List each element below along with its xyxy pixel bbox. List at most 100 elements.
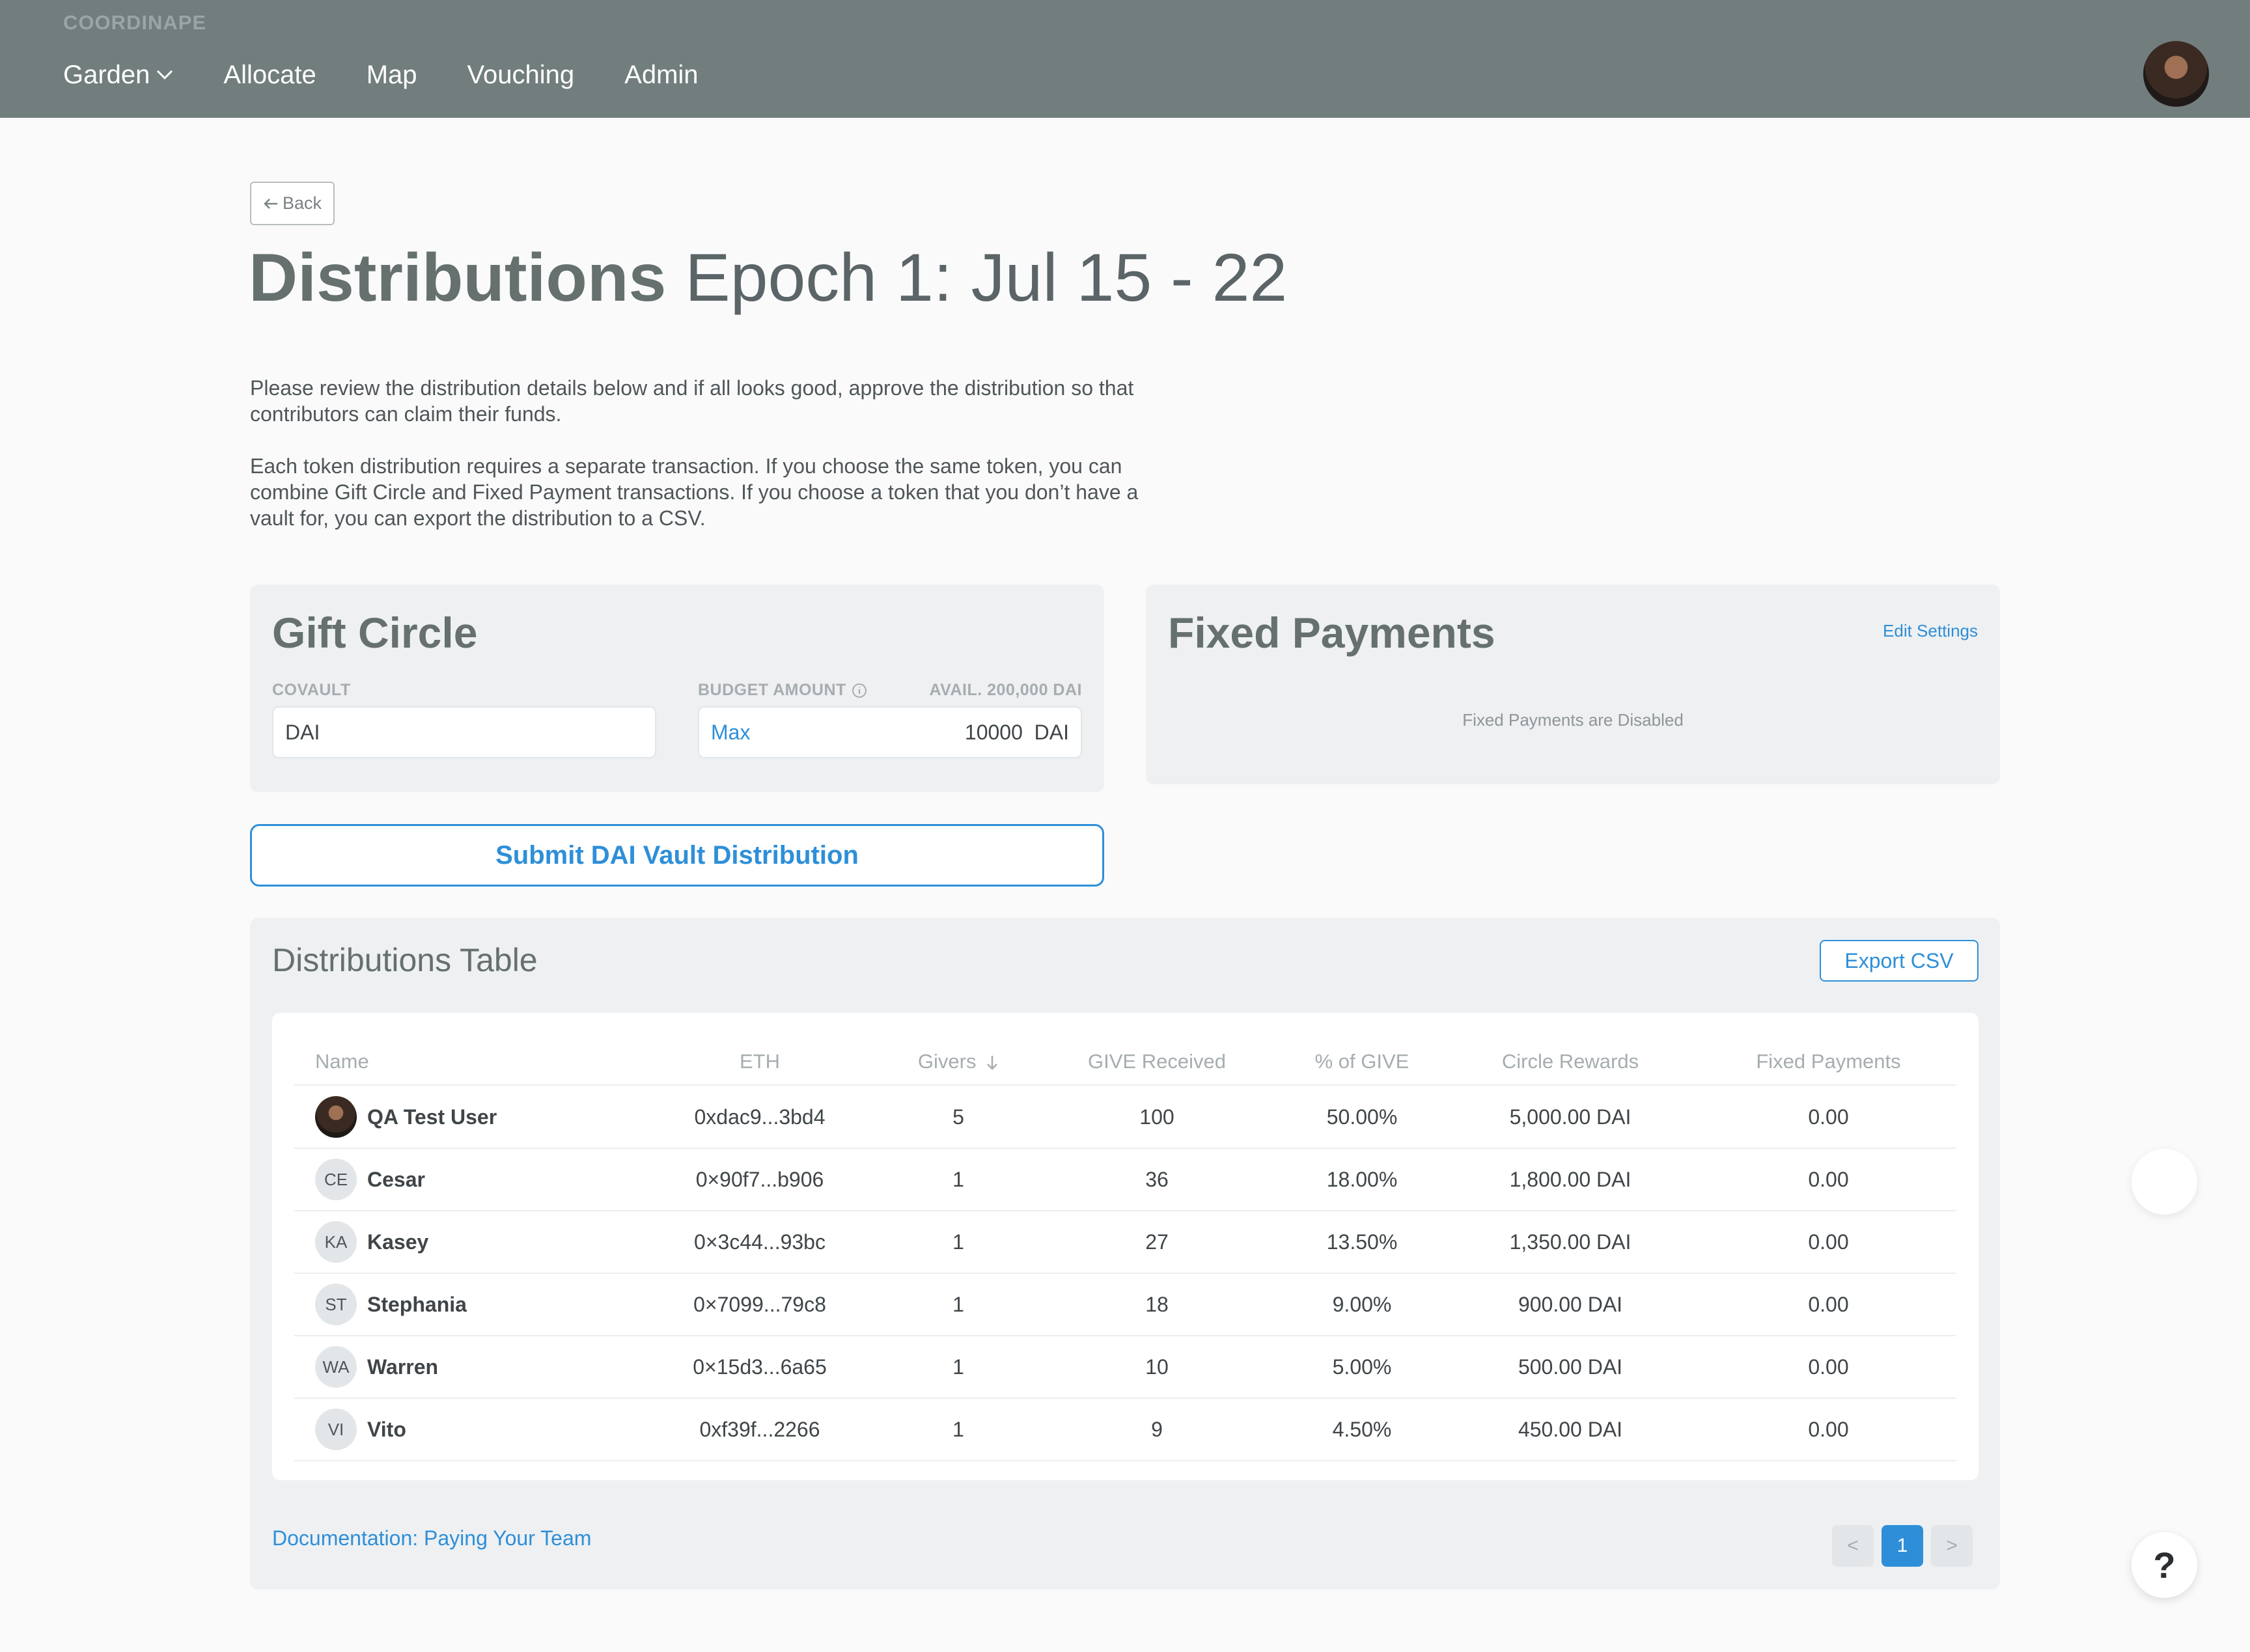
cell-give-received: 100 <box>1139 1105 1174 1129</box>
cell-fixed-payments: 0.00 <box>1808 1355 1849 1379</box>
avatar: CE <box>315 1159 357 1200</box>
avatar: WA <box>315 1346 357 1388</box>
cell-name: KA Kasey <box>294 1221 633 1263</box>
page-title-epoch: Epoch 1: Jul 15 - 22 <box>685 240 1288 316</box>
available-balance: AVAIL. 200,000 DAI <box>929 681 1082 699</box>
nav-vouching[interactable]: Vouching <box>467 61 575 90</box>
help-button[interactable]: ? <box>2132 1532 2197 1598</box>
col-fixed-payments[interactable]: Fixed Payments <box>1701 1050 1956 1073</box>
info-icon[interactable] <box>852 683 867 698</box>
back-button[interactable]: Back <box>250 182 335 225</box>
col-pct-give[interactable]: % of GIVE <box>1284 1050 1440 1073</box>
distributions-table-title: Distributions Table <box>272 942 538 978</box>
page-title-main: Distributions <box>249 240 667 316</box>
cell-fixed-payments: 0.00 <box>1808 1167 1849 1191</box>
cell-eth: 0×15d3...6a65 <box>693 1355 827 1379</box>
cell-name: CE Cesar <box>294 1159 633 1200</box>
gift-circle-title: Gift Circle <box>272 609 478 657</box>
budget-value-group: 10000 DAI <box>965 721 1069 745</box>
user-avatar[interactable] <box>2143 41 2209 107</box>
budget-amount-label-text: BUDGET AMOUNT <box>698 681 846 699</box>
cell-eth: 0×7099...79c8 <box>693 1292 826 1316</box>
arrow-left-icon <box>264 198 277 209</box>
documentation-link[interactable]: Documentation: Paying Your Team <box>272 1526 591 1550</box>
distributions-table-panel: Distributions Table Export CSV Name ETH … <box>250 918 2000 1590</box>
nav-allocate[interactable]: Allocate <box>223 61 316 90</box>
submit-distribution-button[interactable]: Submit DAI Vault Distribution <box>250 824 1104 887</box>
cell-givers: 1 <box>952 1355 964 1379</box>
table-row: VI Vito 0xf39f...2266 1 9 4.50% 450.00 D… <box>294 1399 1956 1461</box>
cell-circle-rewards: 1,350.00 DAI <box>1509 1230 1632 1254</box>
cell-name: VI Vito <box>294 1409 633 1450</box>
export-csv-button[interactable]: Export CSV <box>1820 940 1979 982</box>
nav-map[interactable]: Map <box>367 61 417 90</box>
cell-pct-give: 5.00% <box>1332 1355 1392 1379</box>
nav-garden[interactable]: Garden <box>63 61 173 90</box>
cell-givers: 5 <box>952 1105 964 1129</box>
pagination: < 1 > <box>1832 1525 1973 1567</box>
floating-action-button[interactable] <box>2132 1149 2197 1215</box>
cell-givers: 1 <box>952 1417 964 1441</box>
cell-name: QA Test User <box>294 1096 633 1138</box>
avatar <box>315 1096 357 1138</box>
avatar: VI <box>315 1409 357 1450</box>
edit-settings-link[interactable]: Edit Settings <box>1883 621 1978 641</box>
page-1-button[interactable]: 1 <box>1882 1525 1923 1567</box>
col-give-received[interactable]: GIVE Received <box>1030 1050 1284 1073</box>
brand-logo[interactable]: COORDINAPE <box>63 11 206 34</box>
description-token: Each token distribution requires a separ… <box>250 454 1139 530</box>
col-givers[interactable]: Givers <box>887 1050 1030 1073</box>
col-eth[interactable]: ETH <box>633 1050 887 1073</box>
next-page-button[interactable]: > <box>1931 1525 1973 1567</box>
cell-fixed-payments: 0.00 <box>1808 1417 1849 1441</box>
table-row: QA Test User 0xdac9...3bd4 5 100 50.00% … <box>294 1086 1956 1149</box>
user-name: Vito <box>367 1417 406 1441</box>
avatar: ST <box>315 1284 357 1325</box>
sort-down-icon <box>987 1055 997 1070</box>
covault-select[interactable]: DAI <box>272 706 656 758</box>
fixed-payments-title: Fixed Payments <box>1168 609 1495 657</box>
max-button[interactable]: Max <box>711 721 750 745</box>
cell-pct-give: 4.50% <box>1332 1417 1392 1441</box>
prev-page-button[interactable]: < <box>1832 1525 1874 1567</box>
user-name: QA Test User <box>367 1105 497 1129</box>
cell-name: ST Stephania <box>294 1284 633 1325</box>
col-givers-label: Givers <box>917 1050 977 1073</box>
cell-circle-rewards: 5,000.00 DAI <box>1509 1105 1632 1129</box>
table-row: CE Cesar 0×90f7...b906 1 36 18.00% 1,800… <box>294 1149 1956 1211</box>
nav-admin[interactable]: Admin <box>624 61 698 90</box>
cell-pct-give: 50.00% <box>1326 1105 1398 1129</box>
table-header: Name ETH Givers GIVE Received % of GIVE … <box>294 1039 1956 1086</box>
budget-unit: DAI <box>1034 720 1069 744</box>
table-row: KA Kasey 0×3c44...93bc 1 27 13.50% 1,350… <box>294 1211 1956 1274</box>
fixed-payments-panel: Fixed Payments Edit Settings Fixed Payme… <box>1146 585 2000 784</box>
distributions-table: Name ETH Givers GIVE Received % of GIVE … <box>272 1013 1979 1480</box>
cell-circle-rewards: 900.00 DAI <box>1518 1292 1623 1316</box>
fixed-payments-disabled-text: Fixed Payments are Disabled <box>1462 710 1684 730</box>
page-title: Distributions Epoch 1: Jul 15 - 22 <box>249 238 1287 319</box>
cell-give-received: 18 <box>1145 1292 1169 1316</box>
nav-garden-label: Garden <box>63 60 150 89</box>
cell-fixed-payments: 0.00 <box>1808 1292 1849 1316</box>
cell-name: WA Warren <box>294 1346 633 1388</box>
covault-label: COVAULT <box>272 681 351 699</box>
user-name: Stephania <box>367 1292 467 1316</box>
cell-give-received: 10 <box>1145 1355 1169 1379</box>
cell-fixed-payments: 0.00 <box>1808 1105 1849 1129</box>
cell-givers: 1 <box>952 1167 964 1191</box>
budget-amount-label: BUDGET AMOUNT <box>698 681 867 700</box>
col-name[interactable]: Name <box>294 1050 633 1073</box>
user-name: Warren <box>367 1355 439 1379</box>
table-row: WA Warren 0×15d3...6a65 1 10 5.00% 500.0… <box>294 1336 1956 1399</box>
col-circle-rewards[interactable]: Circle Rewards <box>1440 1050 1701 1073</box>
chevron-down-icon <box>157 70 173 80</box>
cell-givers: 1 <box>952 1230 964 1254</box>
gift-circle-panel: Gift Circle COVAULT BUDGET AMOUNT AVAIL.… <box>250 585 1104 792</box>
cell-pct-give: 18.00% <box>1326 1167 1398 1191</box>
cell-fixed-payments: 0.00 <box>1808 1230 1849 1254</box>
user-name: Kasey <box>367 1230 429 1254</box>
cell-give-received: 9 <box>1151 1417 1163 1441</box>
budget-amount-input[interactable]: Max 10000 DAI <box>698 706 1082 758</box>
cell-eth: 0×90f7...b906 <box>695 1167 824 1191</box>
cell-eth: 0xf39f...2266 <box>699 1417 820 1441</box>
